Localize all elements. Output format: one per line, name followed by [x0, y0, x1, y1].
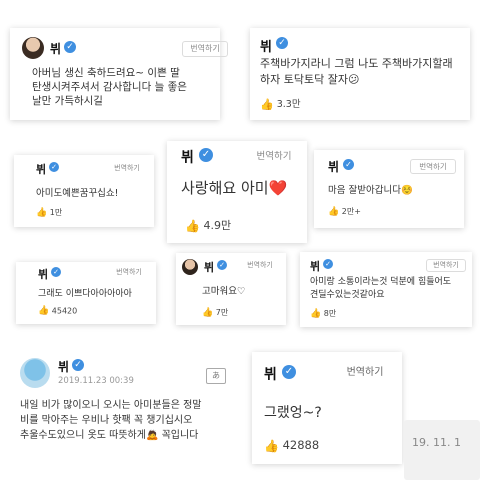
- verified-icon: ✓: [64, 41, 76, 53]
- post-card-jucheck: 뷔 ✓ 주책바가지라니 그럼 나도 주책바가지할래 하자 토닥토닥 잘자😕 👍 …: [250, 28, 470, 120]
- author-name: 뷔: [38, 268, 49, 281]
- message-line: 아버님 생신 축하드려요~ 이쁜 딸: [32, 67, 180, 79]
- thumbs-up-icon: 👍: [202, 307, 214, 318]
- thumbs-up-icon: 👍: [36, 207, 48, 218]
- post-message: 아미랑 소통이라는것 덕분에 힘들어도 견딜수있는것같아요: [310, 276, 451, 302]
- post-card-really: 뷔 ✓ 번역하기 그랬엉~? 👍 42888: [252, 352, 402, 464]
- post-card-fragment: 19. 11. 1: [404, 420, 480, 480]
- post-message: 주책바가지라니 그럼 나도 주책바가지할래 하자 토닥토닥 잘자😕: [260, 56, 453, 88]
- thumbs-up-icon: 👍: [328, 206, 340, 217]
- message-line: 내일 비가 많이오니 오시는 아미분들은 정말: [20, 400, 202, 411]
- message-line: 아미랑 소통이라는것 덕분에 힘들어도: [310, 277, 452, 287]
- like-value: 42888: [282, 438, 320, 452]
- verified-icon: ✓: [343, 159, 354, 170]
- author-name: 뷔: [260, 40, 272, 55]
- post-message: 아미도예쁜꿈꾸십쇼!: [36, 188, 119, 199]
- like-count[interactable]: 👍 8만: [310, 308, 336, 319]
- post-card-pretty: 뷔 ✓ 번역하기 그래도 이쁘다아아아아아 👍 45420: [16, 262, 156, 324]
- avatar[interactable]: [22, 37, 44, 59]
- like-value: 8만: [323, 309, 337, 318]
- translate-button[interactable]: 번역하기: [336, 365, 394, 383]
- post-date: 2019.11.23 00:39: [58, 376, 134, 386]
- author-name: 뷔: [310, 260, 321, 273]
- message-line: 추울수도있으니 옷도 따뜻하게🙇 꼭입니다: [20, 430, 199, 441]
- like-value: 45420: [51, 306, 78, 316]
- post-card-heart: 뷔 ✓ 번역하기 마음 잘받아갑니다☺️ 👍 2만+: [314, 150, 464, 228]
- post-card-love: 뷔 ✓ 번역하기 사랑해요 아미❤️ 👍 4.9만: [167, 141, 307, 243]
- translate-icon[interactable]: あ: [206, 368, 226, 384]
- thumbs-up-icon: 👍: [310, 308, 322, 319]
- post-message: 사랑해요 아미❤️: [181, 179, 288, 197]
- verified-icon: ✓: [51, 267, 61, 277]
- avatar[interactable]: [20, 358, 50, 388]
- post-card-dream: 뷔 ✓ 번역하기 아미도예쁜꿈꾸십쇼! 👍 1만: [14, 155, 154, 227]
- post-message: 내일 비가 많이오니 오시는 아미분들은 정말 비를 막아주는 우비나 핫팩 꼭…: [20, 398, 202, 443]
- thumbs-up-icon: 👍: [185, 219, 200, 233]
- like-count[interactable]: 👍 42888: [264, 438, 319, 453]
- message-line: 탄생시켜주셔서 감사합니다 늘 좋은: [32, 81, 187, 93]
- translate-button[interactable]: 번역하기: [238, 260, 282, 273]
- like-count[interactable]: 👍 1만: [36, 207, 62, 218]
- verified-icon: ✓: [72, 359, 84, 371]
- like-count[interactable]: 👍 3.3만: [260, 96, 301, 111]
- message-line: 날만 가득하시길: [32, 95, 103, 107]
- post-message: 아버님 생신 축하드려요~ 이쁜 딸 탄생시켜주셔서 감사합니다 늘 좋은 날만…: [32, 66, 187, 108]
- like-count[interactable]: 👍 7만: [202, 307, 228, 318]
- thumbs-up-icon: 👍: [38, 306, 50, 316]
- author-name: 뷔: [36, 163, 47, 176]
- message-line: 하자 토닥토닥 잘자😕: [260, 73, 360, 86]
- verified-icon: ✓: [282, 365, 296, 379]
- like-value: 3.3만: [276, 99, 301, 110]
- translate-button[interactable]: 번역하기: [108, 267, 150, 280]
- post-card-thanks: 뷔 ✓ 번역하기 고마워요♡ 👍 7만: [176, 253, 286, 325]
- translate-button[interactable]: 번역하기: [426, 259, 466, 272]
- verified-icon: ✓: [323, 259, 333, 269]
- translate-button[interactable]: 번역하기: [106, 162, 148, 176]
- like-value: 1만: [49, 208, 63, 217]
- avatar[interactable]: [182, 259, 198, 275]
- verified-icon: ✓: [276, 37, 288, 49]
- like-value: 4.9만: [203, 219, 232, 232]
- like-count[interactable]: 👍 4.9만: [185, 217, 231, 233]
- author-name: 뷔: [181, 150, 194, 166]
- like-value: 2만+: [341, 207, 361, 216]
- verified-icon: ✓: [199, 148, 213, 162]
- translate-button[interactable]: 번역하기: [410, 159, 456, 174]
- post-card-birthday: 뷔 ✓ 번역하기 아버님 생신 축하드려요~ 이쁜 딸 탄생시켜주셔서 감사합니…: [10, 28, 228, 120]
- verified-icon: ✓: [217, 260, 227, 270]
- message-line: 견딜수있는것같아요: [310, 290, 385, 300]
- like-count[interactable]: 👍 2만+: [328, 206, 361, 217]
- author-name: 뷔: [58, 360, 70, 374]
- post-message: 그래도 이쁘다아아아아아: [38, 289, 132, 299]
- post-message: 마음 잘받아갑니다☺️: [328, 185, 413, 196]
- author-name: 뷔: [328, 160, 340, 174]
- thumbs-up-icon: 👍: [260, 98, 274, 111]
- message-line: 비를 막아주는 우비나 핫팩 꼭 챙기십시오: [20, 415, 193, 426]
- post-card-communication: 뷔 ✓ 번역하기 아미랑 소통이라는것 덕분에 힘들어도 견딜수있는것같아요 👍…: [300, 252, 472, 327]
- post-message: 고마워요♡: [202, 286, 246, 297]
- translate-button[interactable]: 번역하기: [182, 41, 228, 57]
- post-card-rain: 뷔 ✓ 2019.11.23 00:39 あ 내일 비가 많이오니 오시는 아미…: [10, 350, 238, 462]
- post-message: 그랬엉~?: [264, 405, 322, 421]
- message-line: 주책바가지라니 그럼 나도 주책바가지할래: [260, 57, 453, 70]
- like-count[interactable]: 👍 45420: [38, 306, 77, 316]
- author-name: 뷔: [204, 261, 215, 274]
- verified-icon: ✓: [49, 162, 59, 172]
- post-date: 19. 11. 1: [412, 436, 461, 449]
- translate-button[interactable]: 번역하기: [247, 149, 301, 167]
- thumbs-up-icon: 👍: [264, 438, 279, 453]
- author-name: 뷔: [50, 42, 62, 56]
- author-name: 뷔: [264, 367, 277, 383]
- like-value: 7만: [215, 308, 229, 317]
